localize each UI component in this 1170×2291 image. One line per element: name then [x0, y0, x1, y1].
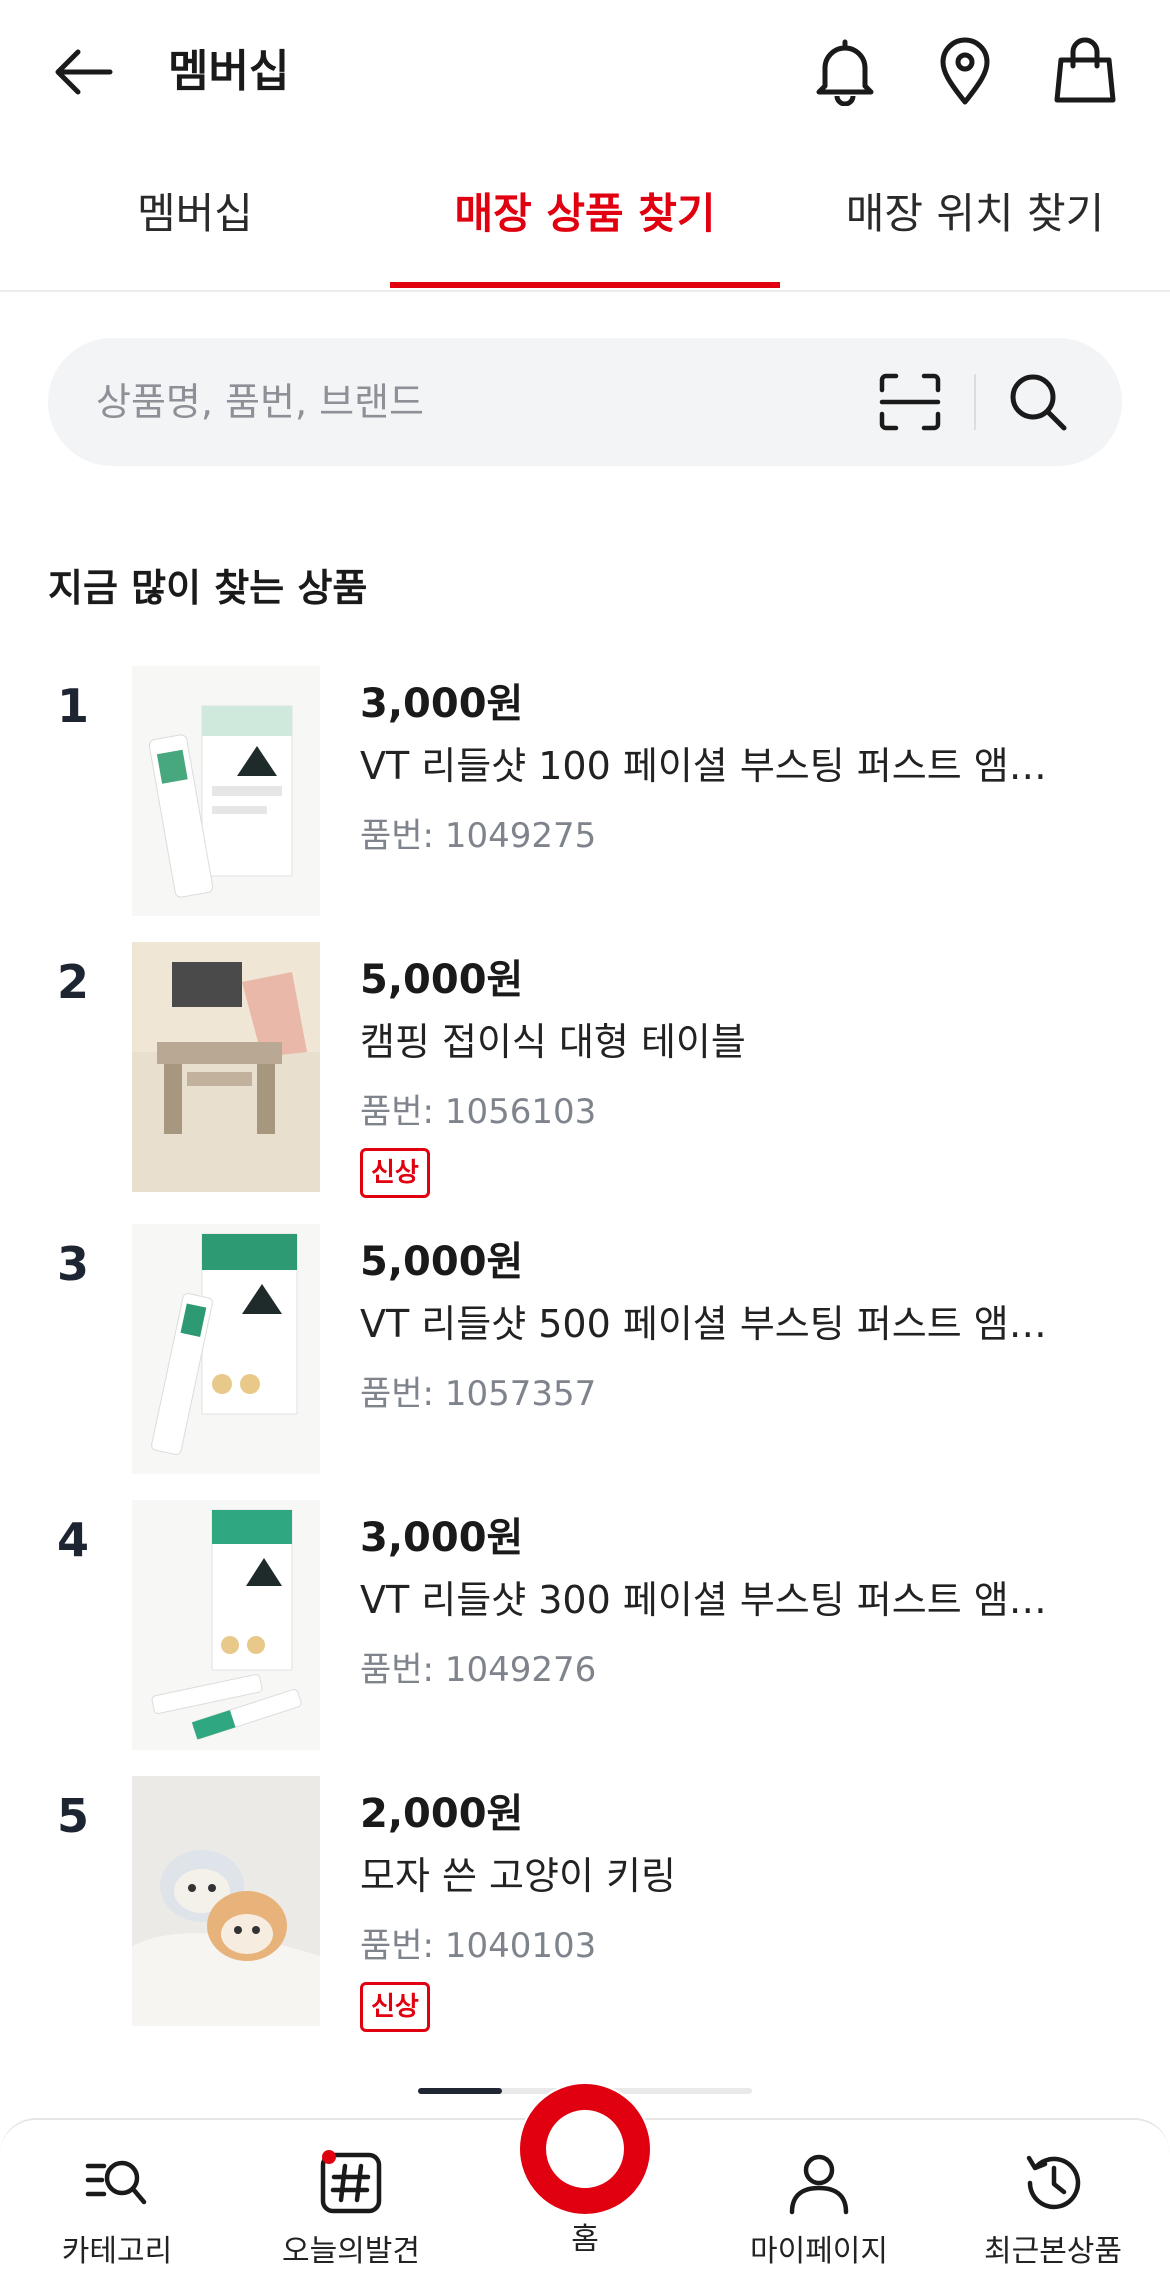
- product-rank: 3: [56, 1237, 89, 1291]
- app-header: 멤버십: [0, 0, 1170, 140]
- product-rank: 1: [56, 679, 89, 733]
- notification-dot: [322, 2150, 336, 2164]
- product-image[interactable]: [132, 666, 320, 916]
- product-rank: 2: [56, 955, 89, 1009]
- home-ring-icon: [520, 2084, 650, 2214]
- nav-label: 오늘의발견: [282, 2234, 420, 2269]
- barcode-scan-icon[interactable]: [878, 372, 942, 432]
- product-name: 모자 쓴 고양이 키링: [360, 1854, 676, 1898]
- product-name: VT 리들샷 100 페이셜 부스팅 퍼스트 앰플 2ml*6: [360, 744, 1060, 788]
- tab-membership[interactable]: 멤버십: [0, 160, 390, 288]
- product-row[interactable]: 3 5,000원 VT 리들샷 500 페이셜 부스팅 퍼스트 앰플 2ml*6…: [0, 1224, 1170, 1480]
- product-price: 5,000원: [360, 957, 524, 1003]
- page-title: 멤버십: [168, 46, 290, 97]
- search-input[interactable]: 상품명, 품번, 브랜드: [48, 338, 1122, 466]
- nav-label: 카테고리: [61, 2234, 173, 2269]
- bell-icon[interactable]: [811, 36, 879, 107]
- nav-item-category[interactable]: 카테고리: [0, 2150, 234, 2280]
- new-badge: 신상: [360, 1148, 430, 1198]
- nav-label-home[interactable]: 홈: [468, 2218, 702, 2262]
- top-tabs: 멤버십 매장 상품 찾기 매장 위치 찾기: [0, 160, 1170, 292]
- product-name: 캠핑 접이식 대형 테이블: [360, 1020, 746, 1064]
- product-code: 품번: 1040103: [360, 1926, 597, 1966]
- active-tab-indicator: [390, 282, 780, 288]
- product-code: 품번: 1049276: [360, 1650, 597, 1690]
- product-price: 5,000원: [360, 1239, 524, 1285]
- new-badge: 신상: [360, 1982, 430, 2032]
- product-image[interactable]: [132, 1776, 320, 2026]
- product-rank: 5: [56, 1789, 89, 1843]
- nav-label: 마이페이지: [750, 2234, 888, 2269]
- product-code: 품번: 1049275: [360, 816, 597, 856]
- back-arrow-icon[interactable]: [48, 40, 118, 104]
- nav-item-recent[interactable]: 최근본상품: [936, 2150, 1170, 2280]
- product-code: 품번: 1056103: [360, 1092, 597, 1132]
- product-row[interactable]: 2 5,000원 캠핑 접이식 대형 테이블 품번: 1056103 신상: [0, 942, 1170, 1198]
- location-pin-icon[interactable]: [931, 36, 999, 106]
- search-divider: [974, 374, 976, 430]
- search-icon[interactable]: [1004, 368, 1072, 436]
- product-code: 품번: 1057357: [360, 1374, 597, 1414]
- section-title: 지금 많이 찾는 상품: [48, 566, 368, 610]
- product-price: 2,000원: [360, 1791, 524, 1837]
- shopping-bag-icon[interactable]: [1051, 36, 1119, 106]
- history-icon: [1020, 2150, 1086, 2216]
- product-name: VT 리들샷 500 페이셜 부스팅 퍼스트 앰플 2ml*6: [360, 1302, 1060, 1346]
- category-search-icon: [84, 2150, 150, 2216]
- product-row[interactable]: 4 3,000원 VT 리들샷 300 페이셜 부스팅 퍼스트 앰플 2ml*6…: [0, 1500, 1170, 1756]
- search-placeholder: 상품명, 품번, 브랜드: [96, 380, 424, 424]
- product-rank: 4: [56, 1513, 89, 1567]
- nav-label: 최근본상품: [984, 2234, 1122, 2269]
- product-image[interactable]: [132, 1224, 320, 1474]
- page-indicator-active: [418, 2088, 502, 2094]
- home-button[interactable]: [518, 2082, 652, 2216]
- product-price: 3,000원: [360, 681, 524, 727]
- product-row[interactable]: 1 3,000원 VT 리들샷 100 페이셜 부스팅 퍼스트 앰플 2ml*6…: [0, 666, 1170, 922]
- person-icon: [786, 2150, 852, 2216]
- product-row[interactable]: 5 2,000원 모자 쓴 고양이 키링 품번: 1040103 신상: [0, 1776, 1170, 2032]
- nav-item-discovery[interactable]: 오늘의발견: [234, 2150, 468, 2280]
- product-name: VT 리들샷 300 페이셜 부스팅 퍼스트 앰플 2ml*6: [360, 1578, 1060, 1622]
- tab-store-product-search[interactable]: 매장 상품 찾기: [390, 160, 780, 288]
- nav-item-mypage[interactable]: 마이페이지: [702, 2150, 936, 2280]
- product-image[interactable]: [132, 942, 320, 1192]
- tab-store-location[interactable]: 매장 위치 찾기: [780, 160, 1170, 288]
- product-image[interactable]: [132, 1500, 320, 1750]
- product-price: 3,000원: [360, 1515, 524, 1561]
